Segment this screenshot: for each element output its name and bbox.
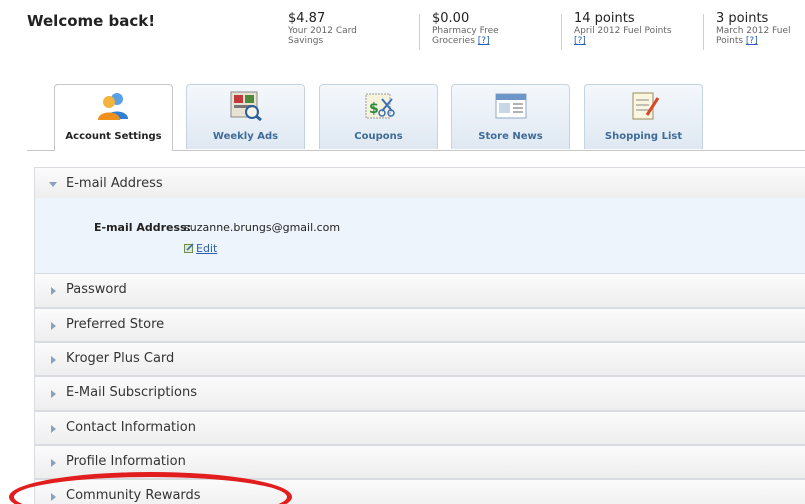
- email-field-value: suzanne.brungs@gmail.com: [184, 221, 341, 234]
- coupon-icon: $: [365, 93, 395, 119]
- chevron-right-icon: [51, 459, 56, 467]
- stat-divider: [561, 14, 562, 50]
- account-icon: [97, 93, 128, 120]
- list-icon: [632, 92, 659, 120]
- stat-april-fuel-points: 14 points April 2012 Fuel Points [?]: [574, 12, 672, 62]
- welcome-heading: Welcome back!: [27, 12, 156, 30]
- stat-desc: April 2012 Fuel Points: [574, 26, 672, 36]
- accordion-preferred-store[interactable]: Preferred Store: [34, 308, 805, 342]
- accordion-label: Profile Information: [66, 454, 186, 469]
- stat-desc: Your 2012 Card: [288, 26, 357, 36]
- edit-icon: [184, 243, 194, 253]
- tab-label: Account Settings: [65, 131, 162, 142]
- account-settings-panel: E-mail Address E-mail Address: suzanne.b…: [27, 150, 805, 504]
- tab-store-news[interactable]: Store News: [451, 84, 570, 149]
- help-link[interactable]: [?]: [478, 36, 490, 46]
- tab-coupons[interactable]: $ Coupons: [319, 84, 438, 149]
- stat-value: $4.87: [288, 11, 326, 26]
- stat-march-fuel-points: 3 points March 2012 Fuel Points [?]: [716, 12, 791, 62]
- stat-value: 3 points: [716, 11, 769, 26]
- stat-pharmacy-groceries: $0.00 Pharmacy Free Groceries [?]: [432, 12, 499, 62]
- stats-bar: $4.87 Your 2012 Card Savings $0.00 Pharm…: [288, 12, 805, 62]
- accordion-profile-information[interactable]: Profile Information: [34, 445, 805, 479]
- accordion-email-subscriptions[interactable]: E-Mail Subscriptions: [34, 376, 805, 411]
- accordion-label: E-Mail Subscriptions: [66, 385, 197, 400]
- accordion-kroger-plus-card[interactable]: Kroger Plus Card: [34, 342, 805, 376]
- chevron-right-icon: [51, 287, 56, 295]
- tab-account-settings[interactable]: Account Settings: [54, 84, 173, 151]
- tab-label: Weekly Ads: [212, 131, 279, 142]
- accordion-label: Community Rewards: [66, 488, 201, 503]
- news-icon: [495, 93, 526, 119]
- accordion-label: Preferred Store: [66, 317, 165, 332]
- stat-desc: Points: [716, 36, 744, 46]
- accordion-email-address[interactable]: E-mail Address: [34, 167, 805, 199]
- chevron-right-icon: [51, 425, 56, 433]
- tab-label: Coupons: [354, 131, 403, 142]
- tab-label: Shopping List: [604, 131, 683, 142]
- stat-desc: Pharmacy Free: [432, 26, 499, 36]
- tab-shopping-list[interactable]: Shopping List: [584, 84, 703, 149]
- chevron-right-icon: [51, 356, 56, 364]
- chevron-down-icon: [49, 182, 57, 187]
- email-field-label: E-mail Address:: [94, 221, 191, 234]
- stat-divider: [703, 14, 704, 50]
- svg-text:$: $: [369, 101, 379, 117]
- accordion-label: Contact Information: [66, 420, 196, 435]
- accordion-community-rewards[interactable]: Community Rewards: [34, 479, 805, 504]
- email-address-details: E-mail Address: suzanne.brungs@gmail.com…: [34, 198, 805, 273]
- stat-desc: Groceries: [432, 36, 475, 46]
- stat-desc: Savings: [288, 36, 324, 46]
- stat-value: 14 points: [574, 11, 635, 26]
- accordion-password[interactable]: Password: [34, 273, 805, 308]
- accordion-label: E-mail Address: [66, 176, 163, 191]
- help-link[interactable]: [?]: [746, 36, 758, 46]
- help-link[interactable]: [?]: [574, 36, 586, 46]
- edit-email-link[interactable]: Edit: [196, 242, 217, 255]
- chevron-right-icon: [51, 390, 56, 398]
- stat-divider: [419, 14, 420, 50]
- accordion-label: Kroger Plus Card: [66, 351, 175, 366]
- tab-weekly-ads[interactable]: Weekly Ads: [186, 84, 305, 149]
- stat-card-savings: $4.87 Your 2012 Card Savings: [288, 12, 357, 62]
- tab-label: Store News: [478, 131, 543, 142]
- chevron-right-icon: [51, 493, 56, 501]
- accordion-contact-information[interactable]: Contact Information: [34, 411, 805, 445]
- weekly-ads-icon: [230, 91, 262, 121]
- stat-desc: March 2012 Fuel: [716, 26, 791, 36]
- chevron-right-icon: [51, 322, 56, 330]
- stat-value: $0.00: [432, 11, 470, 26]
- accordion-label: Password: [66, 282, 127, 297]
